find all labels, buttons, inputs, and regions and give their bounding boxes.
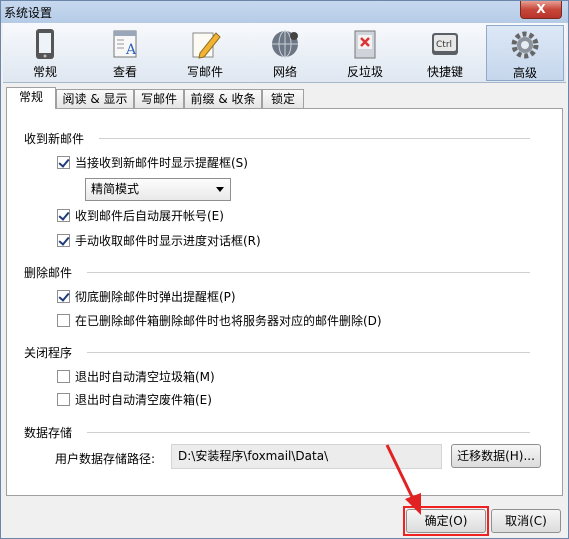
cancel-button[interactable]: 取消(C) [491,509,561,533]
show-popup-label: 当接收到新邮件时显示提醒框(S) [75,156,248,170]
network-icon [272,30,298,58]
pencil-icon [192,32,221,59]
tab-lock[interactable]: 锁定 [262,89,304,109]
toolbar-compose[interactable]: 写邮件 [166,25,244,81]
settings-panel: 收到新邮件 当接收到新邮件时显示提醒框(S) 精简模式 收到邮件后自动展开帐号(… [6,108,563,496]
tab-compose[interactable]: 写邮件 [134,89,184,109]
group-divider [87,352,530,353]
toolbar-general-label: 常规 [32,65,57,79]
show-popup-option[interactable]: 当接收到新邮件时显示提醒框(S) [57,154,248,171]
spam-icon [354,30,376,59]
show-progress-checkbox[interactable] [57,234,70,247]
delete-server-checkbox[interactable] [57,314,70,327]
popup-mode-value: 精简模式 [91,182,140,196]
close-button[interactable]: X [520,1,562,19]
title-bar: 系统设置 X [1,1,568,23]
settings-toolbar: 常规 A 查看 写邮件 网络 反垃圾 Ctrl 快捷键 高级 [3,23,566,83]
toolbar-network[interactable]: 网络 [246,25,324,81]
group-divider [87,272,530,273]
toolbar-view-label: 查看 [112,65,137,79]
confirm-delete-label: 彻底删除邮件时弹出提醒框(P) [75,290,236,304]
view-icon: A [113,30,137,58]
delete-server-label: 在已删除邮件箱删除邮件时也将服务器对应的邮件删除(D) [75,314,382,328]
clear-trash-option[interactable]: 退出时自动清空废件箱(E) [57,391,212,408]
chevron-down-icon [216,187,224,192]
toolbar-antispam-label: 反垃圾 [346,65,383,79]
delete-server-option[interactable]: 在已删除邮件箱删除邮件时也将服务器对应的邮件删除(D) [57,312,382,329]
keyboard-icon: Ctrl [432,33,458,55]
expand-account-label: 收到邮件后自动展开帐号(E) [75,209,224,223]
toolbar-advanced-label: 高级 [512,66,537,80]
settings-window: 系统设置 X 常规 A 查看 写邮件 网络 反垃圾 Ctrl 快捷键 高级 常规… [0,0,569,539]
toolbar-antispam[interactable]: 反垃圾 [326,25,404,81]
svg-text:A: A [125,42,137,58]
expand-account-option[interactable]: 收到邮件后自动展开帐号(E) [57,207,224,224]
group-title-receive: 收到新邮件 [24,132,85,146]
show-progress-option[interactable]: 手动收取邮件时显示进度对话框(R) [57,232,261,249]
tab-general[interactable]: 常规 [6,87,56,109]
confirm-delete-checkbox[interactable] [57,290,70,303]
toolbar-general[interactable]: 常规 [6,25,84,81]
tab-prefix-receipt[interactable]: 前缀 & 收条 [184,89,262,109]
clear-junk-option[interactable]: 退出时自动清空垃圾箱(M) [57,368,215,385]
toolbar-shortcuts-label: 快捷键 [426,65,463,79]
group-title-close: 关闭程序 [24,346,73,360]
expand-account-checkbox[interactable] [57,209,70,222]
group-title-storage: 数据存储 [24,426,73,440]
group-title-delete: 删除邮件 [24,266,73,280]
storage-path-label: 用户数据存储路径: [55,452,156,466]
window-title: 系统设置 [4,6,53,20]
clear-trash-label: 退出时自动清空废件箱(E) [75,393,212,407]
storage-path-field[interactable]: D:\安装程序\foxmail\Data\ [171,444,442,469]
svg-text:Ctrl: Ctrl [436,40,452,50]
toolbar-advanced[interactable]: 高级 [486,25,564,81]
group-divider [87,432,530,433]
show-progress-label: 手动收取邮件时显示进度对话框(R) [75,234,261,248]
tab-reading-display[interactable]: 阅读 & 显示 [56,89,134,109]
popup-mode-select[interactable]: 精简模式 [85,178,231,201]
gear-icon [511,31,539,59]
confirm-delete-option[interactable]: 彻底删除邮件时弹出提醒框(P) [57,288,236,305]
phone-icon [36,29,54,59]
toolbar-view[interactable]: A 查看 [86,25,164,81]
clear-trash-checkbox[interactable] [57,393,70,406]
group-divider [99,138,530,139]
ok-button[interactable]: 确定(O) [406,509,486,533]
show-popup-checkbox[interactable] [57,156,70,169]
clear-junk-label: 退出时自动清空垃圾箱(M) [75,370,215,384]
toolbar-compose-label: 写邮件 [186,65,223,79]
toolbar-network-label: 网络 [272,65,297,79]
toolbar-shortcuts[interactable]: Ctrl 快捷键 [406,25,484,81]
migrate-data-button[interactable]: 迁移数据(H)... [451,444,541,468]
dialog-footer: 确定(O) 取消(C) [3,497,566,538]
clear-junk-checkbox[interactable] [57,370,70,383]
settings-tabs: 常规 阅读 & 显示 写邮件 前缀 & 收条 锁定 [6,87,566,109]
